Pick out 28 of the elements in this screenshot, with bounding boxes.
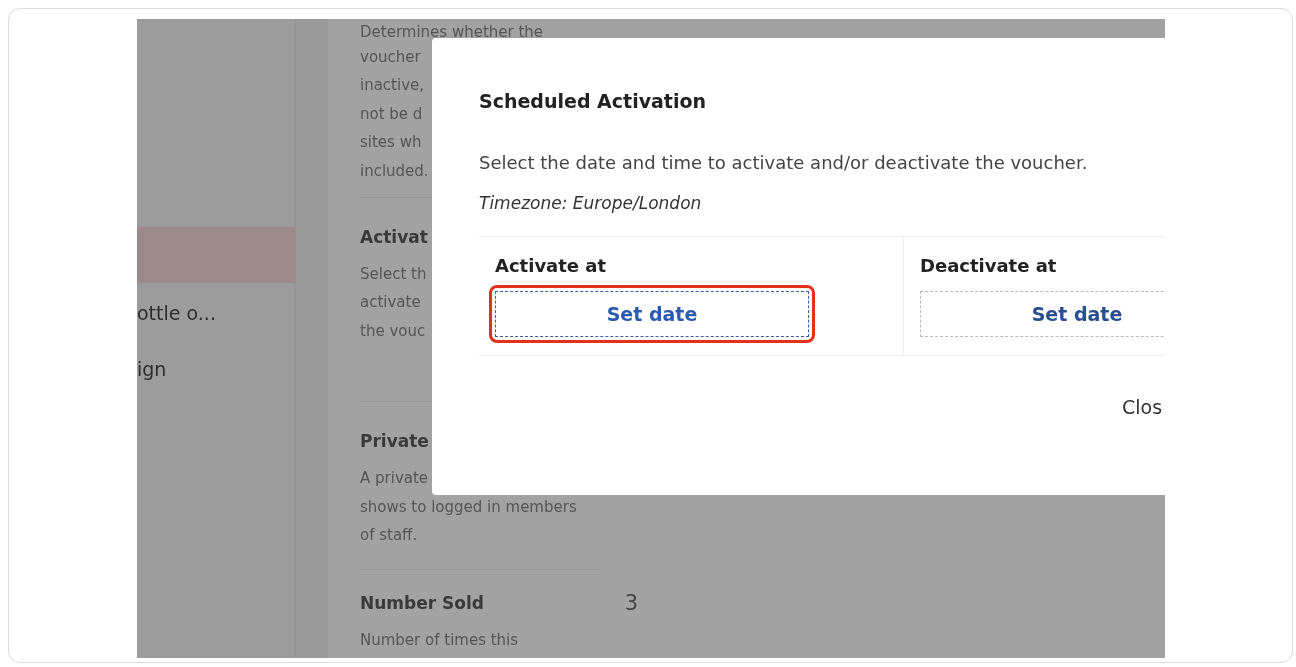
sidebar-item[interactable] (137, 227, 295, 283)
field-description: inactive, (360, 75, 425, 97)
field-description: the vouc (360, 320, 426, 342)
field-label: Private (360, 431, 429, 452)
field-description: Number of times this (360, 630, 519, 652)
field-description: Select th (360, 264, 427, 286)
set-date-button[interactable]: Set date (920, 291, 1165, 337)
field-description: activate (360, 292, 421, 314)
field-description: A private (360, 468, 429, 490)
field-value: 3 (624, 591, 638, 616)
column-label: Activate at (495, 255, 608, 276)
timezone-text: Timezone: Europe/London (479, 193, 703, 213)
field-label: Number Sold (360, 593, 484, 614)
field-description: voucher (360, 47, 421, 68)
dialog-title: Scheduled Activation (479, 90, 708, 112)
sidebar-item[interactable]: ign (137, 341, 295, 397)
field-description: shows to logged in members (360, 496, 577, 518)
field-description: included. (360, 160, 429, 182)
set-date-button[interactable]: Set date (495, 291, 809, 337)
field-description: of staff. (360, 525, 418, 547)
field-description: not be d (360, 103, 423, 125)
field-description: Determines whether the (360, 22, 544, 43)
column-label: Deactivate at (920, 255, 1058, 276)
field-description: sites wh (360, 132, 422, 154)
close-button[interactable]: Clos (1122, 396, 1163, 418)
dialog-description: Select the date and time to activate and/or deactivate the voucher. (479, 152, 1089, 173)
sidebar-item[interactable]: ottle o... (137, 285, 295, 341)
field-label: Activat (360, 227, 428, 248)
